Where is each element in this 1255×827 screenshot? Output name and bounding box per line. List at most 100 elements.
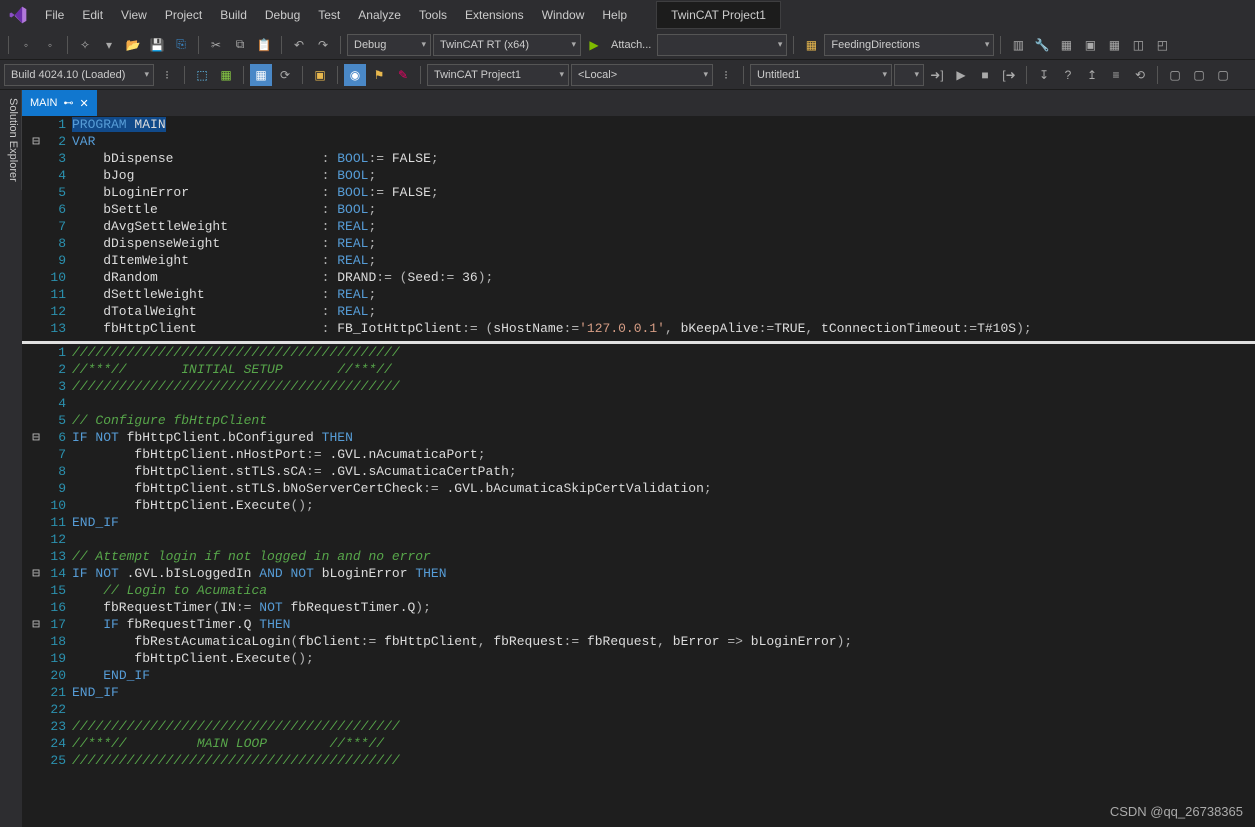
menu-window[interactable]: Window bbox=[533, 2, 594, 28]
menu-view[interactable]: View bbox=[112, 2, 156, 28]
code-line[interactable]: 3 bDispense : BOOL:= FALSE; bbox=[26, 150, 1255, 167]
new-project-icon[interactable]: ✧ bbox=[74, 34, 96, 56]
tool-icon-5[interactable]: ▦ bbox=[1103, 34, 1125, 56]
step-icon-5[interactable]: ⟲ bbox=[1129, 64, 1151, 86]
tc-icon-9[interactable]: ⁝ bbox=[715, 64, 737, 86]
code-line[interactable]: 5 bLoginError : BOOL:= FALSE; bbox=[26, 184, 1255, 201]
menu-test[interactable]: Test bbox=[309, 2, 349, 28]
menu-help[interactable]: Help bbox=[593, 2, 636, 28]
project-dropdown[interactable]: TwinCAT Project1 bbox=[427, 64, 569, 86]
declarations-pane[interactable]: 1PROGRAM MAIN⊟2VAR3 bDispense : BOOL:= F… bbox=[22, 116, 1255, 341]
code-line[interactable]: 12 dTotalWeight : REAL; bbox=[26, 303, 1255, 320]
solution-explorer-tab[interactable]: Solution Explorer bbox=[0, 90, 22, 190]
code-line[interactable]: 8 fbHttpClient.stTLS.sCA:= .GVL.sAcumati… bbox=[26, 463, 1255, 480]
code-line[interactable]: 23//////////////////////////////////////… bbox=[26, 718, 1255, 735]
code-line[interactable]: 6 bSettle : BOOL; bbox=[26, 201, 1255, 218]
code-line[interactable]: 24//***// MAIN LOOP //***// bbox=[26, 735, 1255, 752]
code-line[interactable]: 16 fbRequestTimer(IN:= NOT fbRequestTime… bbox=[26, 599, 1255, 616]
pin-icon[interactable]: ⊷ bbox=[64, 98, 74, 109]
step-icon-3[interactable]: ↥ bbox=[1081, 64, 1103, 86]
code-line[interactable]: 11 dSettleWeight : REAL; bbox=[26, 286, 1255, 303]
fold-toggle-icon[interactable]: ⊟ bbox=[26, 133, 46, 150]
copy-icon[interactable]: ⧉ bbox=[229, 34, 251, 56]
empty-small-dropdown[interactable] bbox=[894, 64, 924, 86]
target-dropdown[interactable]: <Local> bbox=[571, 64, 713, 86]
fold-toggle-icon[interactable]: ⊟ bbox=[26, 429, 46, 446]
close-icon[interactable]: ✕ bbox=[80, 97, 89, 110]
nav-back-icon[interactable]: ◦ bbox=[15, 34, 37, 56]
login-icon[interactable]: ➜] bbox=[926, 64, 948, 86]
run-icon[interactable]: ▶ bbox=[950, 64, 972, 86]
menu-project[interactable]: Project bbox=[156, 2, 211, 28]
tc-icon-3[interactable]: ▦ bbox=[215, 64, 237, 86]
cut-icon[interactable]: ✂ bbox=[205, 34, 227, 56]
code-line[interactable]: 2//***// INITIAL SETUP //***// bbox=[26, 361, 1255, 378]
tc-refresh-icon[interactable]: ⟳ bbox=[274, 64, 296, 86]
code-line[interactable]: 7 dAvgSettleWeight : REAL; bbox=[26, 218, 1255, 235]
code-line[interactable]: 3///////////////////////////////////////… bbox=[26, 378, 1255, 395]
tool-icon-4[interactable]: ▣ bbox=[1079, 34, 1101, 56]
paste-icon[interactable]: 📋 bbox=[253, 34, 275, 56]
code-line[interactable]: 4 bbox=[26, 395, 1255, 412]
code-line[interactable]: 9 fbHttpClient.stTLS.bNoServerCertCheck:… bbox=[26, 480, 1255, 497]
code-line[interactable]: 7 fbHttpClient.nHostPort:= .GVL.nAcumati… bbox=[26, 446, 1255, 463]
misc-icon-1[interactable]: ▢ bbox=[1164, 64, 1186, 86]
tc-icon-6[interactable]: ◉ bbox=[344, 64, 366, 86]
save-icon[interactable]: 💾 bbox=[146, 34, 168, 56]
code-line[interactable]: ⊟17 IF fbRequestTimer.Q THEN bbox=[26, 616, 1255, 633]
code-line[interactable]: ⊟6IF NOT fbHttpClient.bConfigured THEN bbox=[26, 429, 1255, 446]
tool-icon-3[interactable]: ▦ bbox=[1055, 34, 1077, 56]
code-line[interactable]: 19 fbHttpClient.Execute(); bbox=[26, 650, 1255, 667]
tc-icon-1[interactable]: ⁝ bbox=[156, 64, 178, 86]
code-line[interactable]: 13 fbHttpClient : FB_IotHttpClient:= (sH… bbox=[26, 320, 1255, 337]
code-line[interactable]: 22 bbox=[26, 701, 1255, 718]
attach-button[interactable]: Attach... bbox=[607, 39, 655, 51]
menu-extensions[interactable]: Extensions bbox=[456, 2, 533, 28]
code-line[interactable]: 25//////////////////////////////////////… bbox=[26, 752, 1255, 769]
redo-icon[interactable]: ↷ bbox=[312, 34, 334, 56]
code-line[interactable]: 10 dRandom : DRAND:= (Seed:= 36); bbox=[26, 269, 1255, 286]
code-line[interactable]: 10 fbHttpClient.Execute(); bbox=[26, 497, 1255, 514]
fold-toggle-icon[interactable]: ⊟ bbox=[26, 616, 46, 633]
code-line[interactable]: 18 fbRestAcumaticaLogin(fbClient:= fbHtt… bbox=[26, 633, 1255, 650]
tool-icon-1[interactable]: ▥ bbox=[1007, 34, 1029, 56]
fold-toggle-icon[interactable]: ⊟ bbox=[26, 565, 46, 582]
open-icon[interactable]: 📂 bbox=[122, 34, 144, 56]
start-debug-icon[interactable]: ▶ bbox=[583, 34, 605, 56]
platform-dropdown[interactable]: TwinCAT RT (x64) bbox=[433, 34, 581, 56]
tc-icon-2[interactable]: ⬚ bbox=[191, 64, 213, 86]
code-line[interactable]: 12 bbox=[26, 531, 1255, 548]
untitled-dropdown[interactable]: Untitled1 bbox=[750, 64, 892, 86]
menu-debug[interactable]: Debug bbox=[256, 2, 309, 28]
nav-fwd-icon[interactable]: ◦ bbox=[39, 34, 61, 56]
save-all-icon[interactable]: ⎘ bbox=[170, 34, 192, 56]
code-line[interactable]: 5// Configure fbHttpClient bbox=[26, 412, 1255, 429]
code-line[interactable]: 21END_IF bbox=[26, 684, 1255, 701]
menu-build[interactable]: Build bbox=[211, 2, 256, 28]
step-icon-2[interactable]: ? bbox=[1057, 64, 1079, 86]
step-icon-4[interactable]: ≡ bbox=[1105, 64, 1127, 86]
code-line[interactable]: 20 END_IF bbox=[26, 667, 1255, 684]
code-line[interactable]: 13// Attempt login if not logged in and … bbox=[26, 548, 1255, 565]
code-line[interactable]: 9 dItemWeight : REAL; bbox=[26, 252, 1255, 269]
class-dropdown[interactable]: FeedingDirections bbox=[824, 34, 994, 56]
code-line[interactable]: 4 bJog : BOOL; bbox=[26, 167, 1255, 184]
config-dropdown[interactable]: Debug bbox=[347, 34, 431, 56]
menu-analyze[interactable]: Analyze bbox=[349, 2, 410, 28]
code-line[interactable]: ⊟14IF NOT .GVL.bIsLoggedIn AND NOT bLogi… bbox=[26, 565, 1255, 582]
menu-edit[interactable]: Edit bbox=[73, 2, 112, 28]
tc-icon-7[interactable]: ⚑ bbox=[368, 64, 390, 86]
tc-icon-4[interactable]: ▦ bbox=[250, 64, 272, 86]
code-line[interactable]: 8 dDispenseWeight : REAL; bbox=[26, 235, 1255, 252]
empty-dropdown[interactable] bbox=[657, 34, 787, 56]
tc-icon-5[interactable]: ▣ bbox=[309, 64, 331, 86]
code-line[interactable]: ⊟2VAR bbox=[26, 133, 1255, 150]
file-tab-main[interactable]: MAIN ⊷ ✕ bbox=[22, 90, 97, 116]
code-line[interactable]: 1PROGRAM MAIN bbox=[26, 116, 1255, 133]
tool-icon-2[interactable]: 🔧 bbox=[1031, 34, 1053, 56]
code-line[interactable]: 11END_IF bbox=[26, 514, 1255, 531]
step-icon-1[interactable]: ↧ bbox=[1033, 64, 1055, 86]
stop-icon[interactable]: ■ bbox=[974, 64, 996, 86]
tc-icon-8[interactable]: ✎ bbox=[392, 64, 414, 86]
tool-icon-7[interactable]: ◰ bbox=[1151, 34, 1173, 56]
